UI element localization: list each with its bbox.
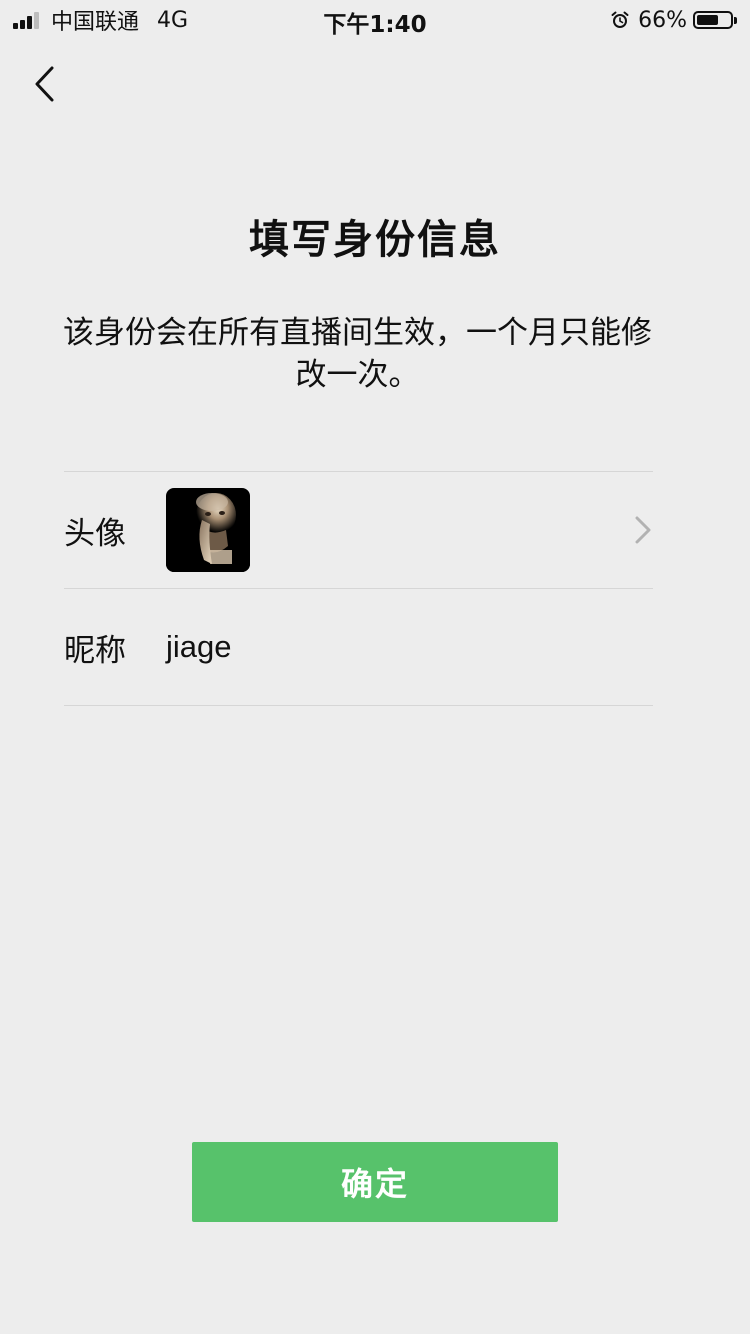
page-title: 填写身份信息 [249, 217, 501, 263]
back-button[interactable] [26, 62, 62, 106]
chevron-left-icon [35, 66, 54, 102]
avatar-photo [166, 488, 250, 572]
avatar[interactable] [166, 488, 250, 572]
alarm-icon [611, 11, 629, 28]
battery-cap [734, 16, 737, 24]
nickname-label: 昵称 [64, 632, 126, 669]
confirm-button[interactable]: 确定 [192, 1142, 558, 1222]
page-description: 该身份会在所有直播间生效，一个月只能修改一次。 [63, 315, 652, 393]
nickname-value[interactable]: jiage [166, 629, 232, 665]
avatar-row[interactable]: 头像 [64, 472, 653, 589]
battery-percent: 66% [638, 7, 687, 33]
status-bar: 中国联通 4G 下午1:40 66% [0, 0, 750, 40]
battery-icon [693, 11, 733, 29]
chevron-right-icon [635, 516, 651, 544]
identity-form: 头像 昵称 jiage [64, 471, 653, 706]
nickname-row[interactable]: 昵称 jiage [64, 589, 653, 706]
status-bar-right: 66% [610, 6, 737, 34]
avatar-label: 头像 [64, 515, 126, 552]
